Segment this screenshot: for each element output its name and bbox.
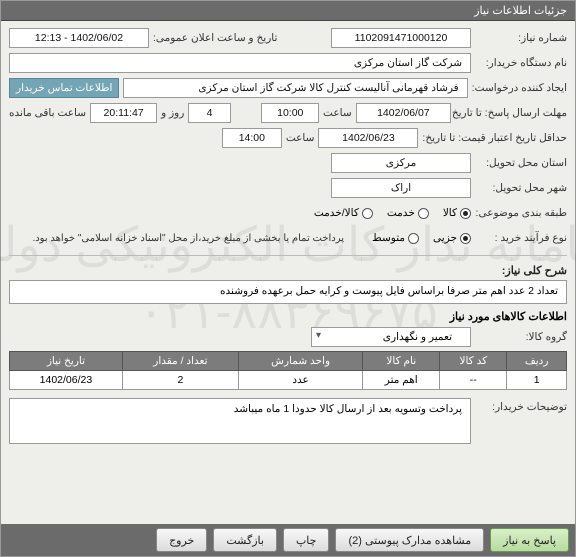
cell-unit: عدد xyxy=(238,371,362,390)
attachments-button[interactable]: مشاهده مدارک پیوستی (2) xyxy=(335,528,484,552)
bottom-toolbar: پاسخ به نیاز مشاهده مدارک پیوستی (2) چاپ… xyxy=(1,524,575,556)
back-button[interactable]: بازگشت xyxy=(213,528,277,552)
buyer-notes-label: توضیحات خریدار: xyxy=(475,398,567,413)
cell-date: 1402/06/23 xyxy=(10,371,123,390)
time-label-1: ساعت xyxy=(323,107,352,119)
announce-datetime-label: تاریخ و ساعت اعلان عمومی: xyxy=(153,32,277,44)
buyer-notes-field: پرداخت وتسویه بعد از ارسال کالا حدودا 1 … xyxy=(9,398,471,444)
price-validity-label: حداقل تاریخ اعتبار قیمت: تا تاریخ: xyxy=(422,132,567,144)
payment-note: پرداخت تمام یا بخشی از مبلغ خرید،از محل … xyxy=(32,233,344,244)
subject-radio-service[interactable]: خدمت xyxy=(387,207,429,219)
table-header-row: ردیف کد کالا نام کالا واحد شمارش تعداد /… xyxy=(10,352,567,371)
radio-icon xyxy=(460,208,471,219)
buyer-org-label: نام دستگاه خریدار: xyxy=(475,57,567,69)
th-name: نام کالا xyxy=(363,352,440,371)
subject-radio-goods-service[interactable]: کالا/خدمت xyxy=(314,207,373,219)
goods-group-label: گروه کالا: xyxy=(475,331,567,343)
radio-icon xyxy=(362,208,373,219)
request-creator-field: فرشاد قهرمانی آنالیست کنترل کالا شرکت گا… xyxy=(123,78,467,98)
exit-button[interactable]: خروج xyxy=(156,528,207,552)
buyer-org-field: شرکت گاز استان مرکزی xyxy=(9,53,471,73)
th-qty: تعداد / مقدار xyxy=(122,352,238,371)
price-validity-time-field: 14:00 xyxy=(222,128,282,148)
items-info-title: اطلاعات کالاهای مورد نیاز xyxy=(9,310,567,323)
window-title: جزئیات اطلاعات نیاز xyxy=(474,5,567,17)
th-unit: واحد شمارش xyxy=(238,352,362,371)
price-validity-date-field: 1402/06/23 xyxy=(318,128,418,148)
purchase-process-label: نوع فرآیند خرید : xyxy=(475,232,567,244)
need-number-label: شماره نیاز: xyxy=(475,32,567,44)
th-idx: ردیف xyxy=(507,352,567,371)
reply-date-field: 1402/06/07 xyxy=(356,103,451,123)
subject-radio-goods[interactable]: کالا xyxy=(443,207,471,219)
purchase-process-radio-group: جزیی متوسط xyxy=(372,232,471,244)
cell-qty: 2 xyxy=(122,371,238,390)
cell-code: -- xyxy=(440,371,507,390)
remaining-time-field: 20:11:47 xyxy=(90,103,157,123)
city-field: اراک xyxy=(331,178,471,198)
print-button[interactable]: چاپ xyxy=(283,528,330,552)
radio-icon xyxy=(418,208,429,219)
radio-icon xyxy=(408,233,419,244)
subject-class-radio-group: کالا خدمت کالا/خدمت xyxy=(314,207,471,219)
day-and-label: روز و xyxy=(161,107,184,119)
time-label-2: ساعت xyxy=(286,132,315,144)
items-table: ردیف کد کالا نام کالا واحد شمارش تعداد /… xyxy=(9,351,567,390)
province-field: مرکزی xyxy=(331,153,471,173)
province-label: استان محل تحویل: xyxy=(475,157,567,169)
purchase-radio-medium[interactable]: متوسط xyxy=(372,232,419,244)
purchase-radio-minor[interactable]: جزیی xyxy=(433,232,471,244)
reply-time-field: 10:00 xyxy=(261,103,319,123)
th-date: تاریخ نیاز xyxy=(10,352,123,371)
cell-idx: 1 xyxy=(507,371,567,390)
radio-icon xyxy=(460,233,471,244)
goods-group-dropdown[interactable]: تعمیر و نگهداری xyxy=(311,327,471,347)
request-creator-label: ایجاد کننده درخواست: xyxy=(472,82,567,94)
subject-class-label: طبقه بندی موضوعی: xyxy=(475,207,567,219)
remaining-days-field: 4 xyxy=(188,103,230,123)
announce-datetime-field: 1402/06/02 - 12:13 xyxy=(9,28,149,48)
need-summary-title: شرح کلی نیاز: xyxy=(9,264,567,277)
city-label: شهر محل تحویل: xyxy=(475,182,567,194)
buyer-contact-button[interactable]: اطلاعات تماس خریدار xyxy=(9,78,119,98)
reply-button[interactable]: پاسخ به نیاز xyxy=(490,528,569,552)
table-row[interactable]: 1 -- اهم متر عدد 2 1402/06/23 xyxy=(10,371,567,390)
reply-deadline-label: مهلت ارسال پاسخ: تا تاریخ: xyxy=(455,107,567,119)
window-title-bar: جزئیات اطلاعات نیاز xyxy=(1,1,575,21)
th-code: کد کالا xyxy=(440,352,507,371)
need-number-field: 1102091471000120 xyxy=(331,28,471,48)
cell-name: اهم متر xyxy=(363,371,440,390)
need-summary-field: تعداد 2 عدد اهم متر صرفا براساس فایل پیو… xyxy=(9,280,567,304)
time-remaining-label: ساعت باقی مانده xyxy=(9,107,86,119)
